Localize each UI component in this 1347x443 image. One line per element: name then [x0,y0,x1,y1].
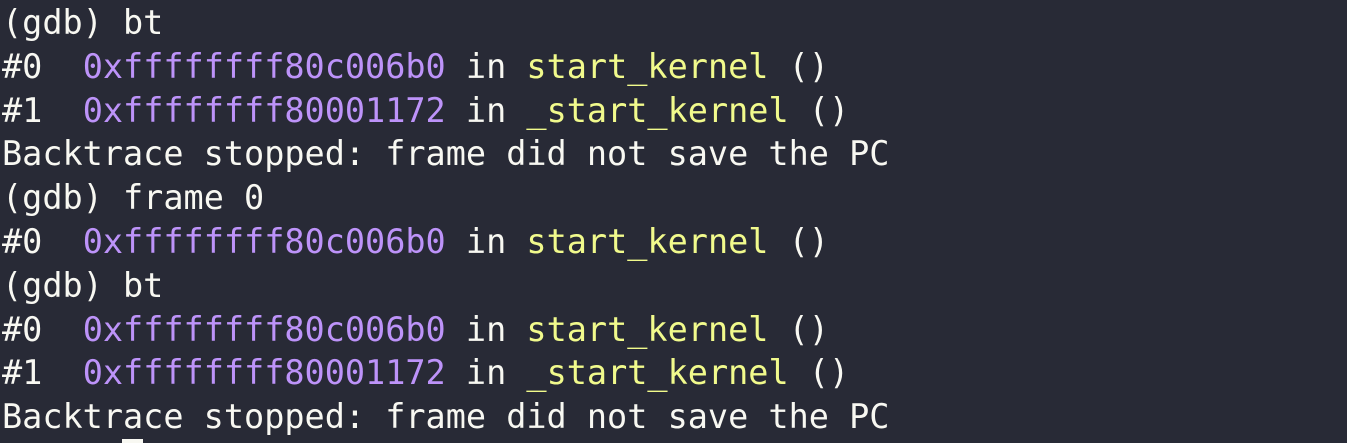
frame-function: start_kernel [526,221,769,261]
gdb-prompt: (gdb) [2,3,124,42]
frame-function: _start_kernel [526,353,789,393]
frame-function: start_kernel [526,46,769,86]
frame-in: in [445,221,527,261]
frame-in: in [445,46,527,86]
frame-index: #0 [2,309,83,349]
frame-line: #1 0xffffffff80001172 in _start_kernel (… [2,89,1347,133]
command-text: bt [123,265,164,305]
frame-line: #0 0xffffffff80c006b0 in start_kernel () [2,45,1347,89]
frame-address: 0xffffffff80c006b0 [82,46,446,86]
frame-function: start_kernel [526,309,769,349]
frame-address: 0xffffffff80001172 [82,353,446,393]
frame-args: () [788,90,850,130]
prompt-line: (gdb) frame 0 [2,176,1347,220]
frame-address: 0xffffffff80001172 [82,90,446,130]
frame-index: #1 [2,90,83,130]
frame-line: #0 0xffffffff80c006b0 in start_kernel () [2,308,1347,352]
output-line: Backtrace stopped: frame did not save th… [2,134,890,174]
gdb-prompt: (gdb) [2,178,124,218]
frame-args: () [768,309,829,349]
frame-args: () [768,221,829,261]
frame-index: #0 [2,221,83,261]
gdb-prompt: (gdb) [2,265,124,305]
text-cursor [122,439,143,443]
frame-args: () [768,46,829,86]
frame-function: _start_kernel [526,90,789,130]
prompt-line: (gdb) bt [2,264,1347,308]
terminal-window[interactable]: (gdb) bt #0 0xffffffff80c006b0 in start_… [0,1,1347,443]
output-line: Backtrace stopped: frame did not save th… [2,397,890,437]
prompt-line: (gdb) bt [2,1,1347,45]
frame-address: 0xffffffff80c006b0 [82,221,446,261]
frame-args: () [788,353,850,393]
frame-in: in [445,90,527,130]
frame-line: #1 0xffffffff80001172 in _start_kernel (… [2,351,1347,395]
frame-index: #1 [2,353,83,393]
frame-in: in [445,309,527,349]
frame-line: #0 0xffffffff80c006b0 in start_kernel () [2,220,1347,264]
command-text: frame 0 [123,178,265,218]
frame-index: #0 [2,46,83,86]
frame-in: in [445,353,527,393]
command-text: bt [123,3,164,42]
frame-address: 0xffffffff80c006b0 [82,309,446,349]
